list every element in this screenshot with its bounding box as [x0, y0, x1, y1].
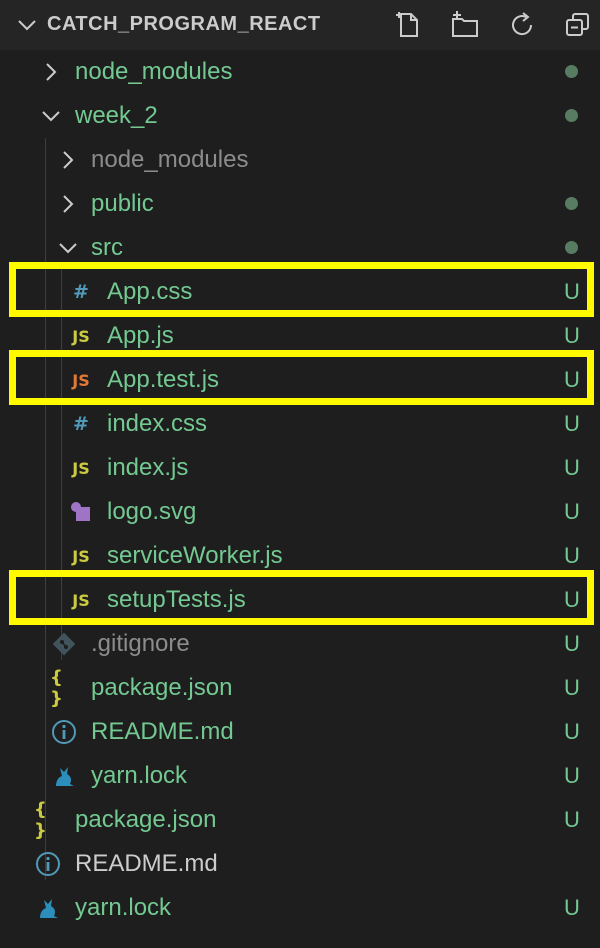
svg-file-icon — [71, 502, 90, 521]
git-icon — [52, 632, 76, 656]
tree-item-label: yarn.lock — [75, 894, 172, 921]
tree-item-index-css[interactable]: # index.css U — [0, 402, 600, 446]
file-tree: node_modules week_2 node_modules public … — [0, 50, 600, 948]
js-file-icon: JS — [72, 326, 90, 346]
tree-item-label: README.md — [91, 718, 234, 745]
json-file-icon: { } — [34, 799, 47, 841]
chevron-down-icon — [42, 111, 60, 122]
modified-dot — [565, 65, 578, 78]
untracked-badge: U — [564, 719, 580, 744]
tree-item-readme-md[interactable]: README.md — [0, 842, 600, 886]
yarn-icon — [56, 767, 74, 786]
tree-item-package-json[interactable]: { } package.json U — [0, 666, 600, 710]
tree-item-label: index.js — [107, 454, 189, 481]
chevron-down-icon — [59, 243, 77, 254]
new-folder-icon[interactable] — [450, 10, 480, 40]
tree-item-node-modules[interactable]: node_modules — [0, 50, 600, 94]
tree-item-label: index.css — [107, 410, 208, 437]
refresh-icon[interactable] — [507, 10, 537, 40]
tree-item-label: src — [91, 234, 123, 261]
tree-item-yarn-lock[interactable]: yarn.lock U — [0, 754, 600, 798]
tree-item-index-js[interactable]: JS index.js U — [0, 446, 600, 490]
untracked-badge: U — [564, 675, 580, 700]
untracked-badge: U — [564, 411, 580, 436]
js-file-icon: JS — [72, 546, 90, 566]
chevron-down-icon[interactable] — [16, 14, 38, 36]
explorer-title[interactable]: CATCH_PROGRAM_REACT — [47, 13, 321, 36]
untracked-badge: U — [564, 763, 580, 788]
css-file-icon: # — [73, 413, 89, 435]
tree-item-label: week_2 — [75, 102, 158, 129]
highlight-box-setup-tests-js — [9, 570, 594, 625]
tree-item-gitignore[interactable]: .gitignore U — [0, 622, 600, 666]
modified-dot — [565, 197, 578, 210]
modified-dot — [565, 109, 578, 122]
tree-item-label: node_modules — [75, 58, 233, 85]
new-file-icon[interactable] — [392, 10, 422, 40]
chevron-right-icon — [63, 195, 74, 213]
untracked-badge: U — [564, 543, 580, 568]
tree-item-label: logo.svg — [107, 498, 197, 525]
chevron-right-icon — [63, 151, 74, 169]
info-icon — [52, 720, 76, 744]
tree-item-label: yarn.lock — [91, 762, 188, 789]
tree-item-label: serviceWorker.js — [107, 542, 283, 569]
tree-item-label: package.json — [91, 674, 233, 701]
explorer-header: CATCH_PROGRAM_REACT — [0, 0, 600, 50]
untracked-badge: U — [564, 807, 580, 832]
untracked-badge: U — [564, 455, 580, 480]
tree-item-logo-svg[interactable]: logo.svg U — [0, 490, 600, 534]
yarn-icon — [40, 899, 58, 918]
tree-item-label: .gitignore — [91, 630, 190, 657]
chevron-right-icon — [46, 63, 57, 81]
highlight-box-app-css — [9, 262, 594, 317]
tree-item-yarn-lock[interactable]: yarn.lock U — [0, 886, 600, 930]
highlight-box-app-test-js — [9, 350, 594, 405]
tree-item-label: package.json — [75, 806, 217, 833]
tree-item-label: public — [91, 190, 154, 217]
collapse-all-icon[interactable] — [563, 10, 593, 40]
tree-item-week-2[interactable]: week_2 — [0, 94, 600, 138]
info-icon — [36, 852, 60, 876]
tree-item-package-json[interactable]: { } package.json U — [0, 798, 600, 842]
tree-item-label: node_modules — [91, 146, 249, 173]
untracked-badge: U — [564, 895, 580, 920]
tree-item-readme-md[interactable]: README.md U — [0, 710, 600, 754]
js-file-icon: JS — [72, 458, 90, 478]
tree-item-node-modules[interactable]: node_modules — [0, 138, 600, 182]
untracked-badge: U — [564, 499, 580, 524]
untracked-badge: U — [564, 323, 580, 348]
untracked-badge: U — [564, 631, 580, 656]
modified-dot — [565, 241, 578, 254]
tree-item-label: README.md — [75, 850, 218, 877]
tree-item-public[interactable]: public — [0, 182, 600, 226]
json-file-icon: { } — [50, 667, 63, 709]
tree-item-label: App.js — [107, 322, 174, 349]
